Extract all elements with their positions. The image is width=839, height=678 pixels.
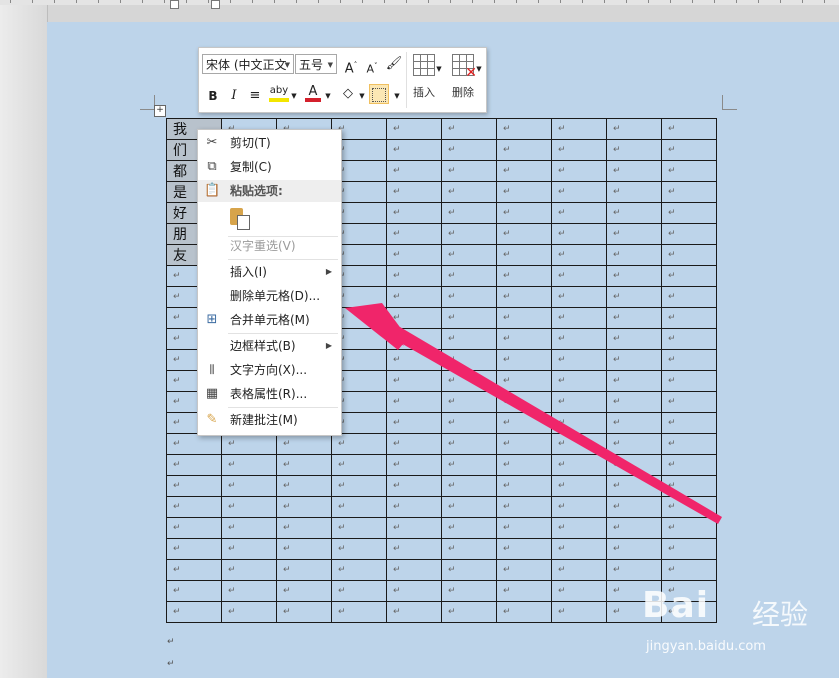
baidu-jingyan-watermark: Bai 经验 jingyan.baidu.com: [642, 585, 832, 655]
watermark-brand: Bai: [642, 585, 710, 626]
annotation-arrow-shaft: [392, 327, 722, 524]
annotation-arrow-head-fill: [345, 303, 408, 350]
watermark-url: jingyan.baidu.com: [646, 639, 766, 654]
annotation-arrow: [345, 303, 722, 524]
watermark-brand-cn: 经验: [752, 598, 809, 631]
